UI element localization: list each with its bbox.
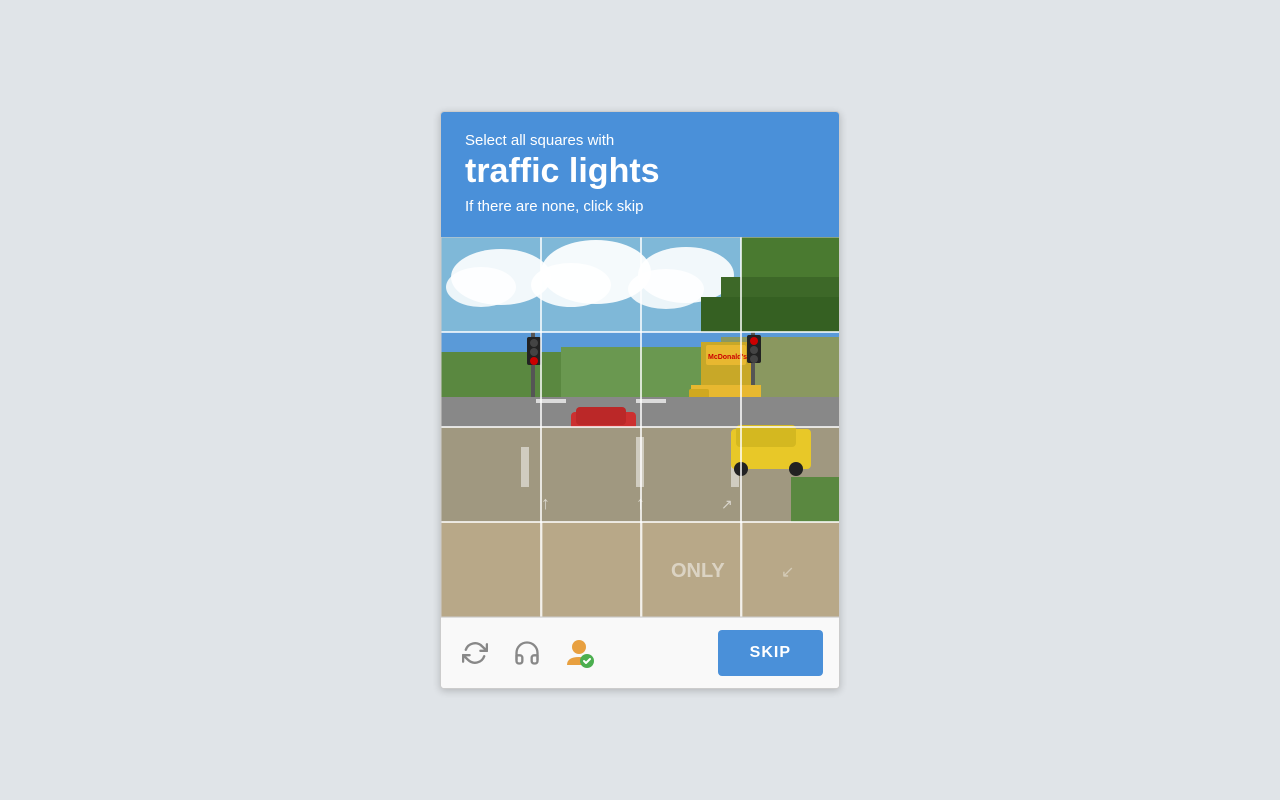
reload-button[interactable] bbox=[457, 635, 493, 671]
user-icon bbox=[563, 637, 595, 669]
grid-cell-r0c3[interactable] bbox=[740, 237, 840, 332]
select-prompt-text: Select all squares with bbox=[465, 132, 815, 149]
grid-cell-r0c1[interactable] bbox=[541, 237, 641, 332]
captcha-grid bbox=[441, 237, 839, 617]
grid-cell-r1c1[interactable] bbox=[541, 332, 641, 427]
grid-cell-r1c2[interactable] bbox=[640, 332, 740, 427]
captcha-grid-wrapper: McDonald's bbox=[441, 237, 839, 617]
grid-cell-r1c3[interactable] bbox=[740, 332, 840, 427]
captcha-footer: SKIP bbox=[441, 617, 839, 688]
grid-cell-r3c0[interactable] bbox=[441, 522, 541, 617]
captcha-widget: Select all squares with traffic lights I… bbox=[440, 111, 840, 689]
grid-cell-r3c2[interactable] bbox=[640, 522, 740, 617]
verified-user-button[interactable] bbox=[561, 635, 597, 671]
captcha-header: Select all squares with traffic lights I… bbox=[441, 112, 839, 237]
headphone-icon bbox=[513, 639, 541, 667]
grid-cell-r2c3[interactable] bbox=[740, 427, 840, 522]
grid-cell-r3c1[interactable] bbox=[541, 522, 641, 617]
skip-button[interactable]: SKIP bbox=[718, 630, 823, 676]
skip-hint-text: If there are none, click skip bbox=[465, 198, 815, 215]
grid-cell-r2c1[interactable] bbox=[541, 427, 641, 522]
captcha-subject: traffic lights bbox=[465, 153, 815, 190]
grid-cell-r0c0[interactable] bbox=[441, 237, 541, 332]
footer-icons bbox=[457, 635, 718, 671]
reload-icon bbox=[462, 640, 488, 666]
grid-cell-r2c2[interactable] bbox=[640, 427, 740, 522]
grid-cell-r2c0[interactable] bbox=[441, 427, 541, 522]
grid-cell-r0c2[interactable] bbox=[640, 237, 740, 332]
grid-cell-r1c0[interactable] bbox=[441, 332, 541, 427]
audio-button[interactable] bbox=[509, 635, 545, 671]
grid-cell-r3c3[interactable] bbox=[740, 522, 840, 617]
